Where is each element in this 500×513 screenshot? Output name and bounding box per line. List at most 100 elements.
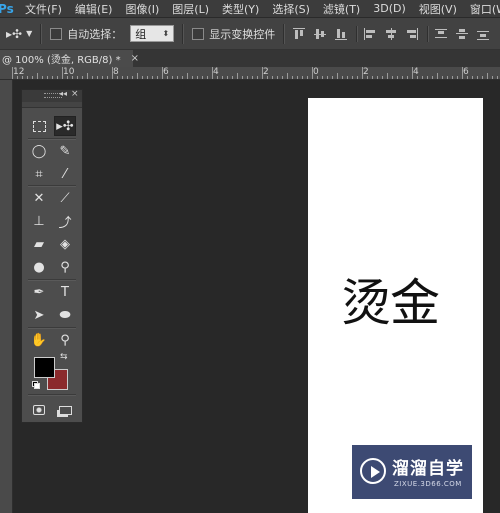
ruler-tick <box>162 67 163 79</box>
quick-mask-icon[interactable] <box>28 400 50 420</box>
zoom-tool-icon[interactable]: ⚲ <box>54 330 76 350</box>
brush-tool-icon[interactable]: ⟋ <box>54 188 76 208</box>
ruler-tick <box>47 76 48 79</box>
blur-tool-icon[interactable]: ● <box>28 257 50 277</box>
photoshop-logo: Ps <box>0 1 14 16</box>
auto-select-dropdown[interactable]: 组 ⬍ <box>130 25 175 42</box>
ruler-tick <box>222 76 223 79</box>
move-tool-icon[interactable]: ▸✣ <box>54 116 76 136</box>
swap-colors-icon[interactable]: ⇆ <box>60 352 68 362</box>
quick-select-tool-icon[interactable]: ✎ <box>54 141 76 161</box>
ruler-tick <box>17 76 18 79</box>
eraser-tool-icon[interactable]: ▰ <box>28 234 50 254</box>
ruler-tick <box>447 76 448 79</box>
ruler-tick <box>152 76 153 79</box>
close-icon[interactable]: × <box>131 53 139 64</box>
ruler-tick <box>292 76 293 79</box>
hand-tool-icon[interactable]: ✋ <box>28 330 50 350</box>
distribute-center-icon[interactable] <box>456 28 469 40</box>
ruler-tick <box>182 76 183 79</box>
ruler-tick <box>97 76 98 79</box>
ruler-tick <box>332 76 333 79</box>
align-top-icon[interactable] <box>293 27 306 40</box>
ruler-tick <box>157 76 158 79</box>
show-transform-label: 显示变换控件 <box>209 27 276 41</box>
menu-view[interactable]: 视图(V) <box>419 1 457 17</box>
ruler-tick <box>367 76 368 79</box>
path-selection-tool-icon[interactable]: ➤ <box>28 305 50 325</box>
foreground-color-swatch[interactable] <box>34 357 55 378</box>
menu-edit[interactable]: 编辑(E) <box>75 1 113 17</box>
ruler-tick <box>167 76 168 79</box>
marquee-tool-icon[interactable] <box>28 116 50 136</box>
menu-file[interactable]: 文件(F) <box>25 1 62 17</box>
healing-brush-tool-icon[interactable]: ✕ <box>28 188 50 208</box>
auto-select-checkbox[interactable] <box>50 27 63 40</box>
menu-type[interactable]: 类型(Y) <box>222 1 259 17</box>
ruler-tick <box>117 76 118 79</box>
canvas-text-layer[interactable]: 烫金 <box>341 263 440 335</box>
document-tab[interactable]: @ 100% (烫金, RGB/8) * × <box>0 50 139 67</box>
dodge-tool-icon[interactable]: ⚲ <box>54 257 76 277</box>
ruler-tick <box>282 76 283 79</box>
menu-window[interactable]: 窗口(W) <box>470 1 500 17</box>
eyedropper-tool-icon[interactable]: ⁄ <box>54 164 76 184</box>
ruler-tick <box>42 76 43 79</box>
ruler-tick <box>37 73 38 79</box>
pen-tool-icon[interactable]: ✒ <box>28 282 50 302</box>
crop-tool-icon[interactable]: ⌗ <box>28 164 50 184</box>
document-tab-title: @ 100% (烫金, RGB/8) * <box>2 55 121 66</box>
type-tool-icon[interactable]: T <box>54 282 76 302</box>
distribute-top-icon[interactable] <box>435 28 448 40</box>
ruler-tick <box>92 76 93 79</box>
ruler-tick <box>452 76 453 79</box>
ruler-tick <box>377 76 378 79</box>
horizontal-ruler[interactable]: 12 10 8 6 4 2 0 2 4 6 <box>0 67 500 80</box>
ruler-tick <box>382 76 383 79</box>
lasso-tool-icon[interactable]: ◯ <box>28 141 50 161</box>
divider <box>28 279 76 281</box>
distribute-bottom-icon[interactable] <box>477 28 490 40</box>
align-vertical-center-icon[interactable] <box>314 28 327 40</box>
ruler-tick <box>107 76 108 79</box>
paint-bucket-tool-icon[interactable]: ◈ <box>54 234 76 254</box>
menu-select[interactable]: 选择(S) <box>272 1 310 17</box>
menu-3d[interactable]: 3D(D) <box>373 2 406 15</box>
menu-filter[interactable]: 滤镜(T) <box>323 1 360 17</box>
show-transform-checkbox[interactable] <box>192 27 205 40</box>
clone-stamp-tool-icon[interactable]: ⊥ <box>28 211 50 231</box>
close-icon[interactable]: × <box>71 89 79 99</box>
ruler-tick <box>147 76 148 79</box>
ellipse-tool-icon[interactable]: ⬬ <box>54 305 76 325</box>
ruler-tick <box>197 76 198 79</box>
divider <box>356 25 359 42</box>
ruler-tick <box>297 76 298 79</box>
menu-image[interactable]: 图像(I) <box>125 1 159 17</box>
menu-layer[interactable]: 图层(L) <box>172 1 209 17</box>
ruler-tick <box>337 73 338 79</box>
divider <box>28 185 76 187</box>
screen-mode-icon[interactable] <box>54 400 76 420</box>
align-right-icon[interactable] <box>406 27 419 40</box>
ruler-tick <box>457 76 458 79</box>
ruler-tick <box>127 76 128 79</box>
watermark-subtitle: ZIXUE.3D66.COM <box>394 480 462 488</box>
ruler-tick <box>262 67 263 79</box>
options-bar: ▸✣ ▼ 自动选择： 组 ⬍ 显示变换控件 <box>0 18 500 50</box>
align-bottom-icon[interactable] <box>335 28 348 40</box>
divider <box>28 327 76 329</box>
divider <box>182 23 185 44</box>
align-horizontal-center-icon[interactable] <box>385 27 397 40</box>
tool-preset-picker[interactable]: ▸✣ ▼ <box>6 27 32 41</box>
ruler-tick <box>227 76 228 79</box>
vertical-ruler[interactable] <box>0 80 13 513</box>
tools-panel-header[interactable]: ◂◂ × <box>22 89 82 102</box>
ruler-tick <box>27 76 28 79</box>
ruler-tick <box>397 76 398 79</box>
ruler-tick <box>67 76 68 79</box>
collapse-icon[interactable]: ◂◂ <box>59 89 67 98</box>
align-left-icon[interactable] <box>364 27 376 40</box>
default-colors-icon[interactable] <box>32 381 40 389</box>
tools-panel-subheader <box>22 102 82 108</box>
history-brush-tool-icon[interactable]: ⤴ <box>54 211 76 231</box>
